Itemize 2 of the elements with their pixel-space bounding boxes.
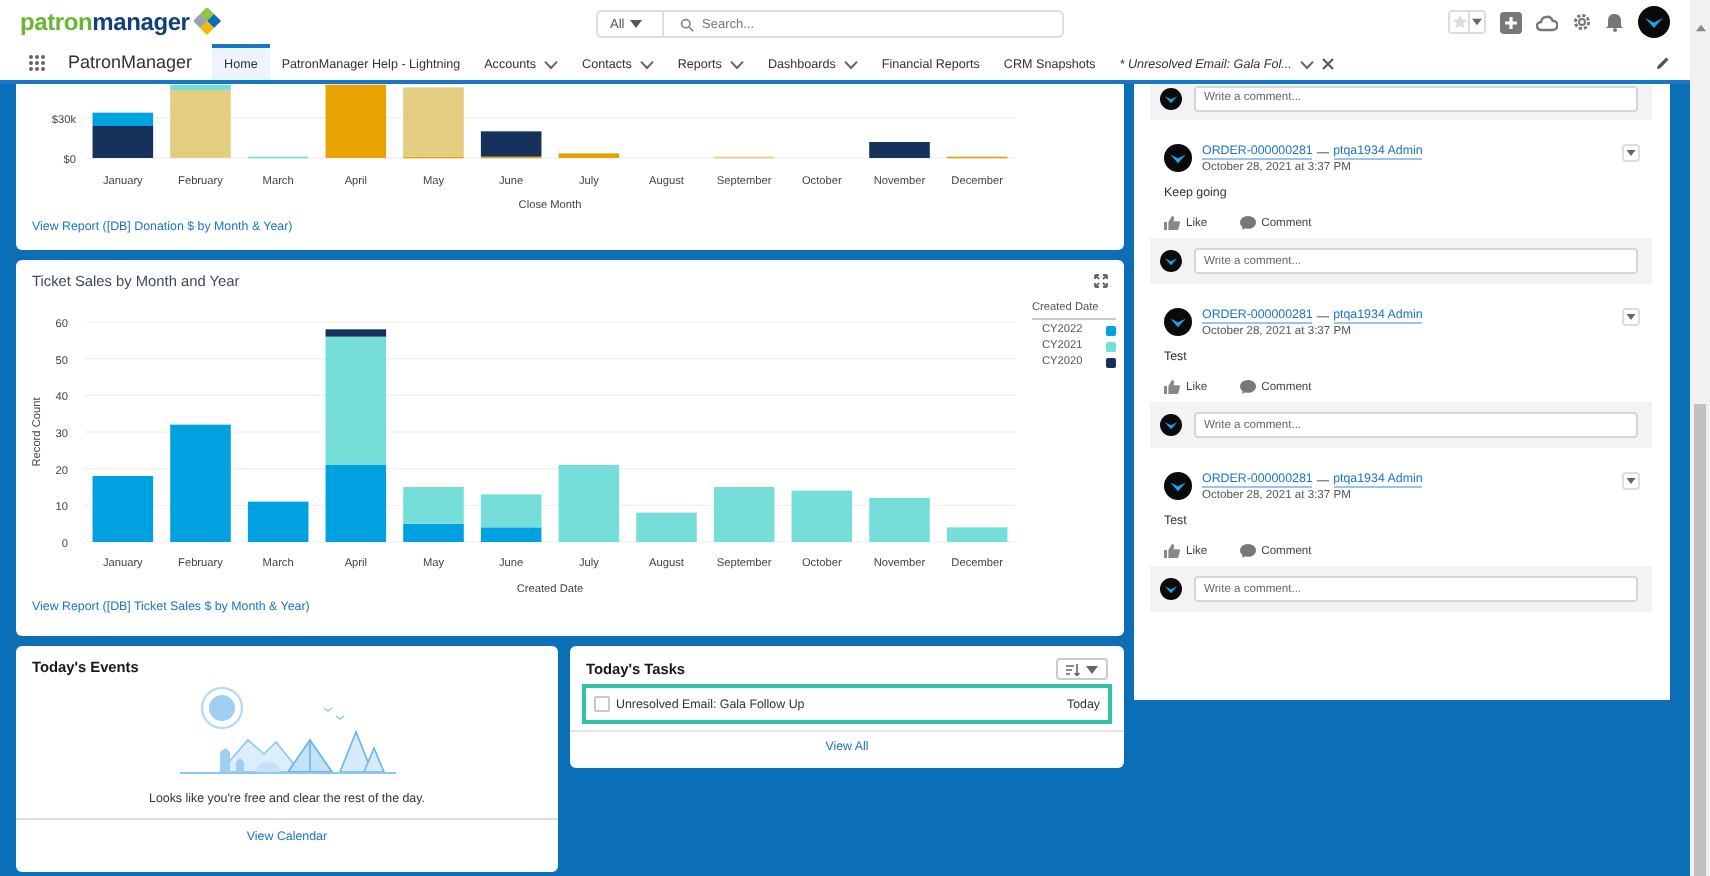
app-name: PatronManager [68, 52, 193, 72]
logo[interactable]: patronmanager [20, 8, 190, 36]
